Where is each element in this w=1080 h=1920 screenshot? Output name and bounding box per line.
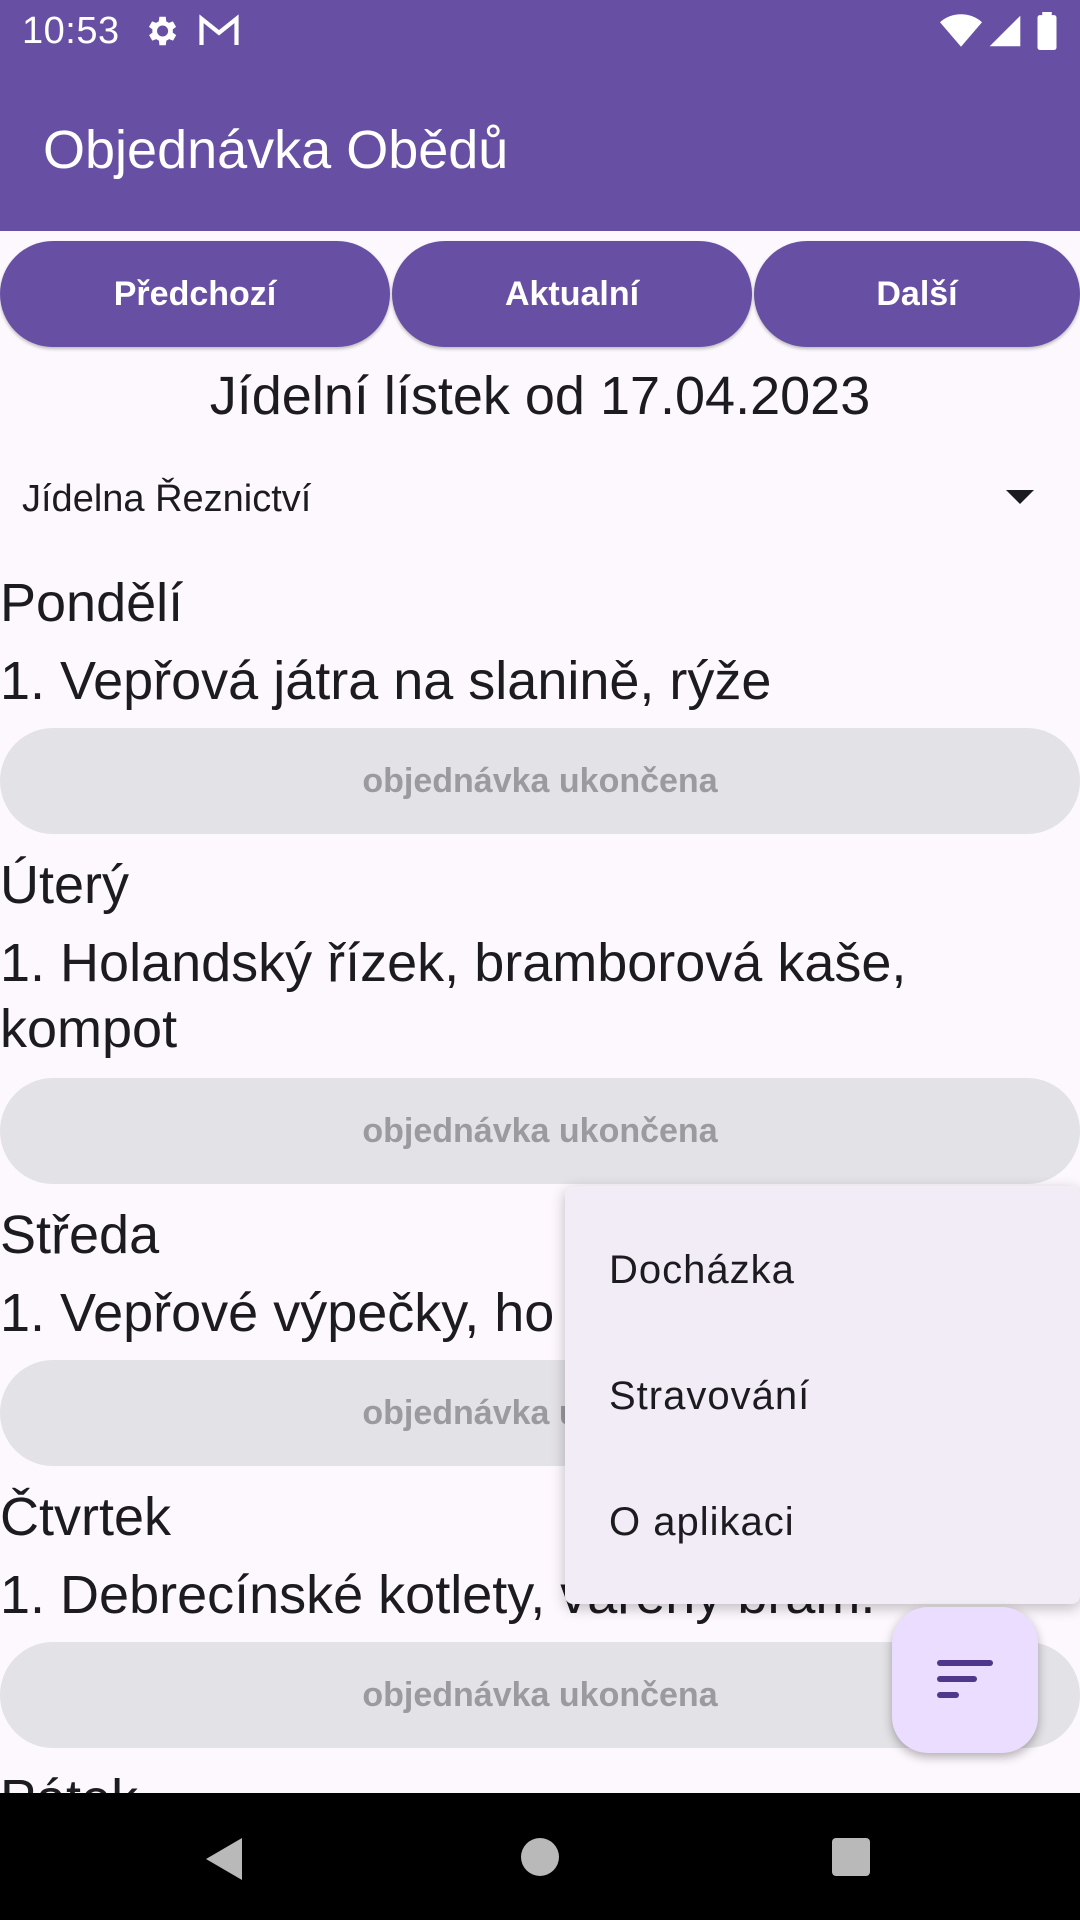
week-navigation: Předchozí Aktualní Další xyxy=(0,241,1080,347)
order-button-monday[interactable]: objednávka ukončena xyxy=(0,728,1080,834)
current-week-button[interactable]: Aktualní xyxy=(392,241,752,347)
day-name-thursday: Čtvrtek xyxy=(0,1487,172,1547)
app-title: Objednávka Obědů xyxy=(43,120,509,180)
status-time: 10:53 xyxy=(22,10,120,52)
day-name-monday: Pondělí xyxy=(0,573,184,633)
home-icon[interactable] xyxy=(521,1838,559,1876)
system-navigation-bar xyxy=(0,1793,1080,1920)
meal-tuesday: 1. Holandský řízek, bramborová kaše, kom… xyxy=(0,933,907,1059)
recent-apps-icon[interactable] xyxy=(832,1838,870,1876)
gear-icon xyxy=(148,16,177,46)
canteen-dropdown[interactable]: Jídelna Řeznictví xyxy=(22,476,1042,528)
meal-monday: 1. Vepřová játra na slanině, rýže xyxy=(0,651,772,711)
menu-item-dochazka[interactable]: Docházka xyxy=(609,1248,795,1293)
previous-week-button[interactable]: Předchozí xyxy=(0,241,390,347)
next-week-button[interactable]: Další xyxy=(754,241,1080,347)
gmail-icon xyxy=(199,14,239,45)
menu-title: Jídelní lístek od 17.04.2023 xyxy=(209,366,871,426)
back-icon[interactable] xyxy=(206,1838,242,1880)
day-name-tuesday: Úterý xyxy=(0,855,130,915)
menu-item-o-aplikaci[interactable]: O aplikaci xyxy=(609,1500,795,1545)
order-button-tuesday[interactable]: objednávka ukončena xyxy=(0,1078,1080,1184)
day-name-wednesday: Středa xyxy=(0,1205,160,1265)
battery-icon xyxy=(1037,12,1057,50)
menu-item-stravovani[interactable]: Stravování xyxy=(609,1374,810,1419)
signal-icon xyxy=(989,15,1021,47)
app-bar: Objednávka Obědů xyxy=(0,63,1080,231)
canteen-selected-value: Jídelna Řeznictví xyxy=(22,478,312,520)
overflow-menu: Docházka Stravování O aplikaci xyxy=(565,1186,1080,1604)
dropdown-arrow-icon xyxy=(1006,490,1034,504)
wifi-icon xyxy=(940,14,982,47)
status-bar: 10:53 xyxy=(0,0,1080,63)
sort-fab-button[interactable] xyxy=(892,1607,1038,1753)
